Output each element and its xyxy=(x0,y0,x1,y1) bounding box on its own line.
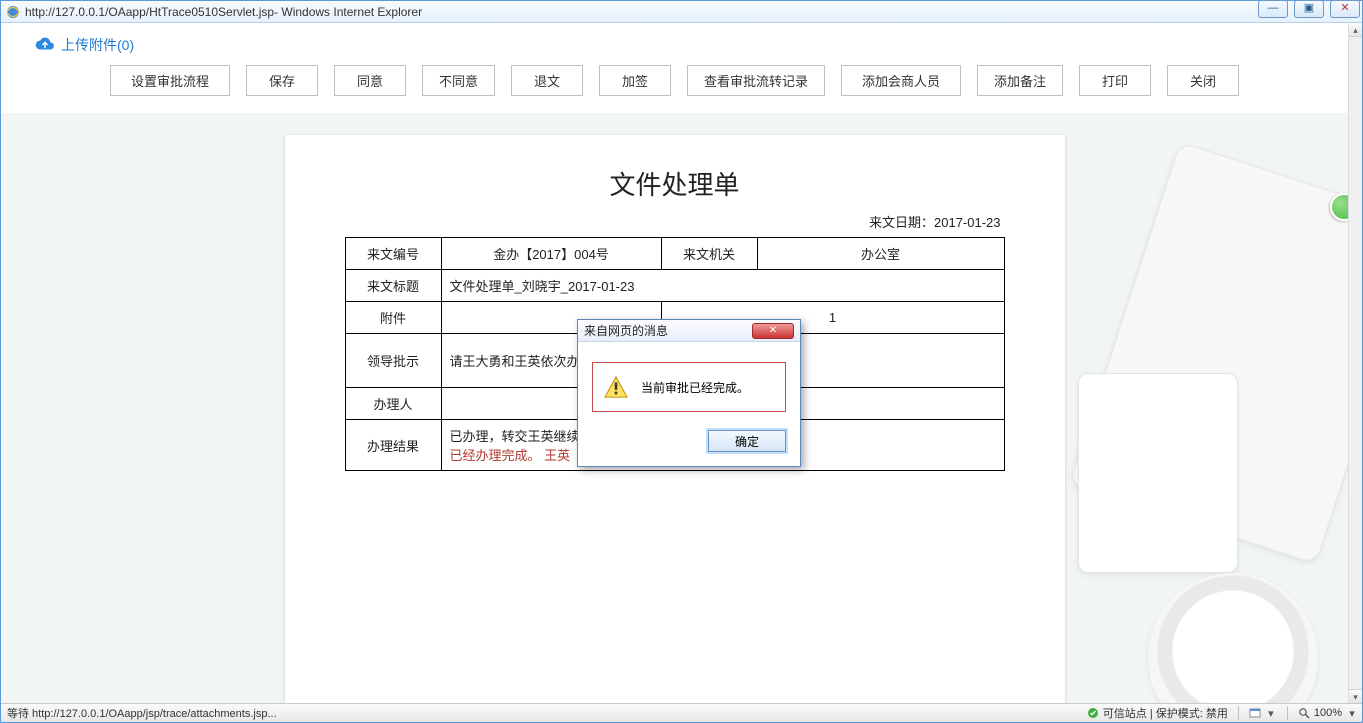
vertical-scrollbar[interactable]: ▴ ▾ xyxy=(1348,23,1362,703)
checkmark-icon xyxy=(1087,707,1099,719)
ie-logo-icon xyxy=(5,4,21,20)
status-trusted-zone[interactable]: 可信站点 | 保护模式: 禁用 xyxy=(1083,705,1232,721)
window-maximize-button[interactable]: ▣ xyxy=(1294,0,1324,18)
window-buttons: — ▣ ✕ xyxy=(1258,0,1360,18)
window-minimize-button[interactable]: — xyxy=(1258,0,1288,18)
chevron-down-icon[interactable]: ▾ xyxy=(1346,707,1358,720)
chevron-down-icon[interactable]: ▾ xyxy=(1265,707,1277,720)
status-zoom[interactable]: 100% ▾ xyxy=(1294,707,1362,720)
page: 上传附件(0) 设置审批流程 保存 同意 不同意 退文 加签 查看审批流转记录 … xyxy=(1,23,1348,703)
ie-statusbar: 等待 http://127.0.0.1/OAapp/jsp/trace/atta… xyxy=(1,703,1362,722)
status-popup-blocker[interactable]: ▾ xyxy=(1245,707,1281,720)
ie-window: http://127.0.0.1/OAapp/HtTrace0510Servle… xyxy=(0,0,1363,723)
browser-url: http://127.0.0.1/OAapp/HtTrace0510Servle… xyxy=(25,5,274,19)
dialog-title: 来自网页的消息 xyxy=(584,322,668,339)
magnifier-icon xyxy=(1298,707,1310,719)
dialog-ok-button[interactable]: 确定 xyxy=(708,430,786,452)
zoom-value: 100% xyxy=(1314,707,1342,719)
dialog-titlebar[interactable]: 来自网页的消息 ✕ xyxy=(578,320,800,342)
browser-title-suffix: - Windows Internet Explorer xyxy=(274,5,422,19)
modal-backdrop: 来自网页的消息 ✕ 当前审批已经完成。 xyxy=(1,23,1348,703)
status-trusted-text: 可信站点 | 保护模式: 禁用 xyxy=(1103,705,1228,721)
window-close-button[interactable]: ✕ xyxy=(1330,0,1360,18)
dialog-close-button[interactable]: ✕ xyxy=(752,323,794,339)
browser-viewport: 上传附件(0) 设置审批流程 保存 同意 不同意 退文 加签 查看审批流转记录 … xyxy=(1,23,1362,703)
status-left: 等待 http://127.0.0.1/OAapp/jsp/trace/atta… xyxy=(1,705,1083,721)
alert-dialog: 来自网页的消息 ✕ 当前审批已经完成。 xyxy=(577,319,801,467)
scroll-up-arrow-icon[interactable]: ▴ xyxy=(1349,23,1362,37)
dialog-message: 当前审批已经完成。 xyxy=(641,379,749,396)
warning-icon xyxy=(603,375,629,399)
popup-icon xyxy=(1249,707,1261,719)
scroll-down-arrow-icon[interactable]: ▾ xyxy=(1349,689,1362,703)
ie-titlebar[interactable]: http://127.0.0.1/OAapp/HtTrace0510Servle… xyxy=(1,1,1362,23)
dialog-message-box: 当前审批已经完成。 xyxy=(592,362,786,412)
